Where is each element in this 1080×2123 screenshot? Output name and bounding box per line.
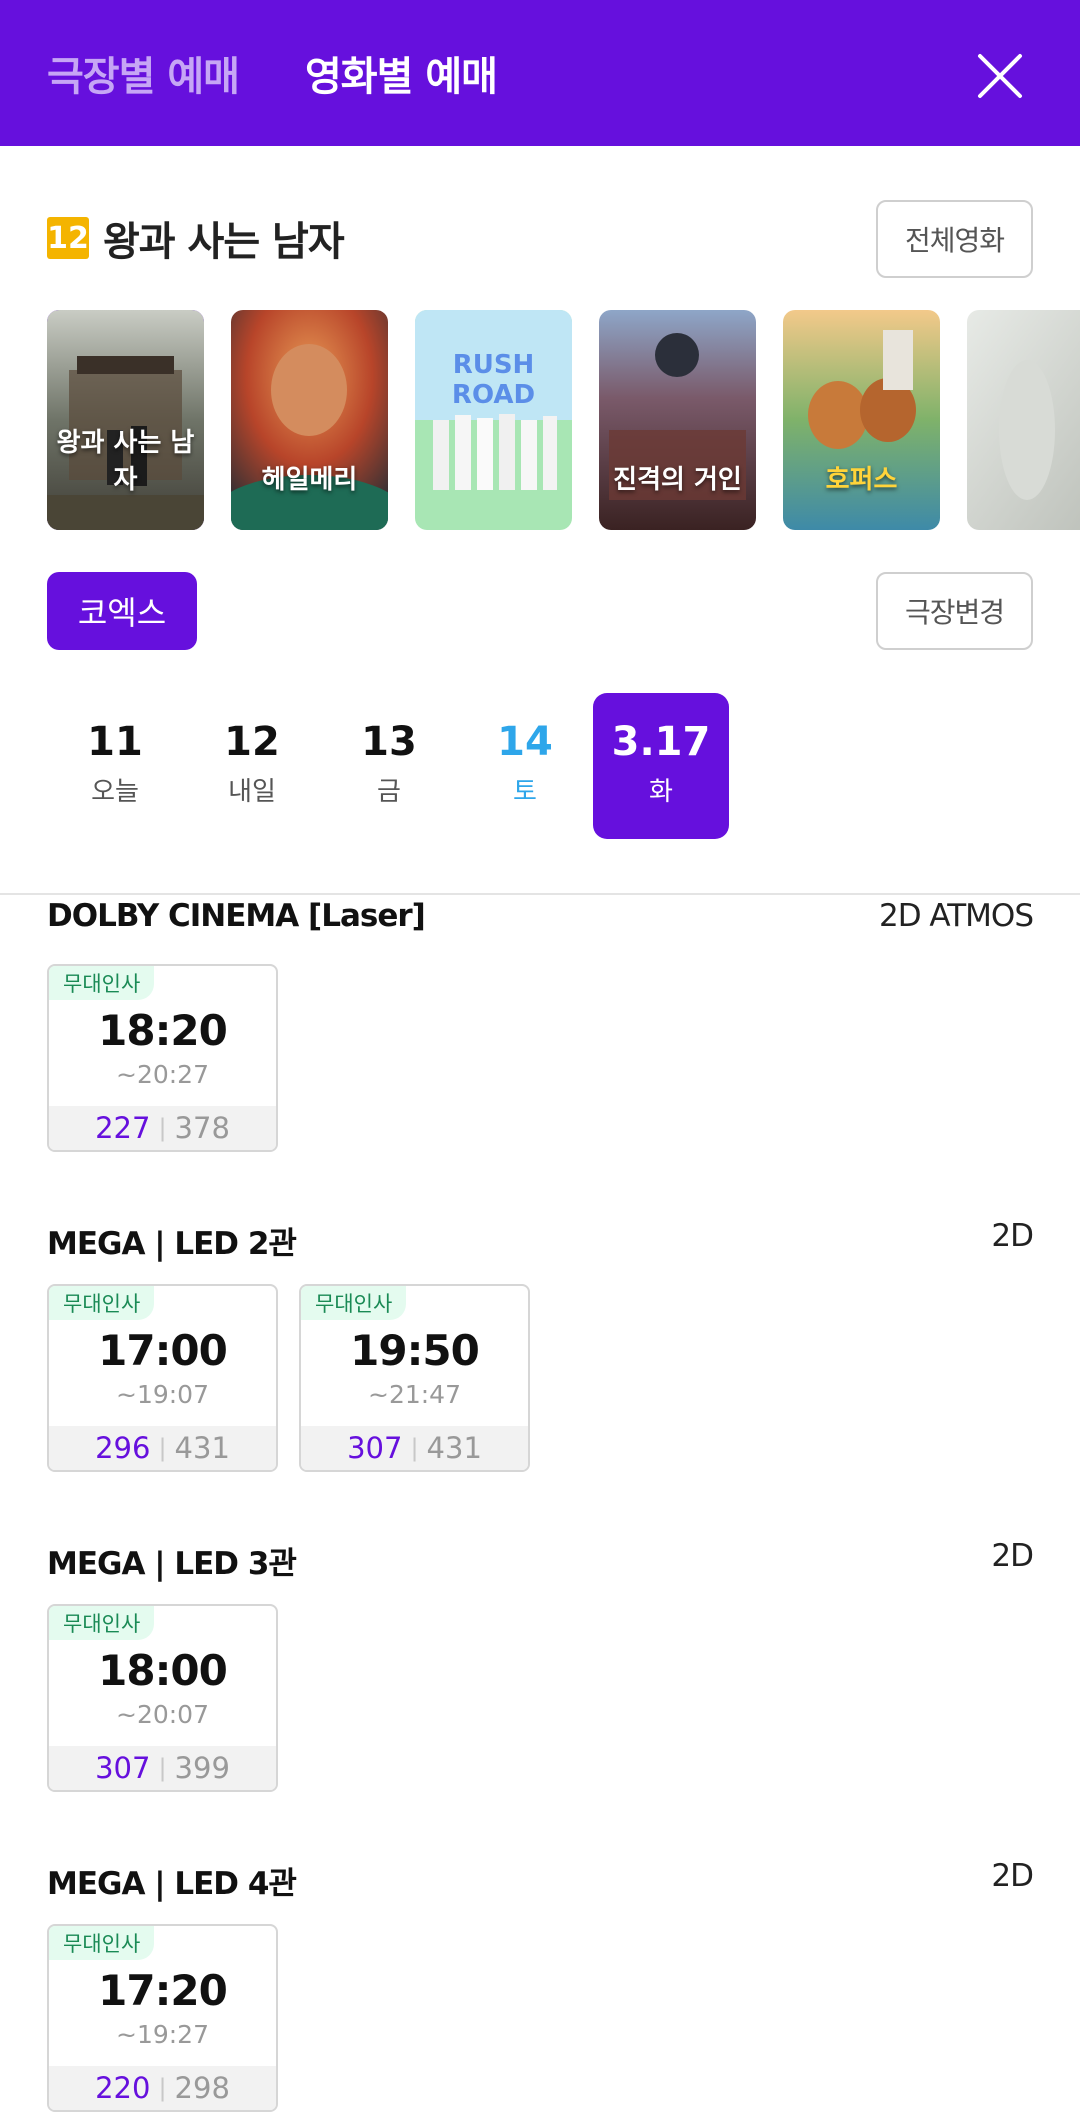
seat-separator: | xyxy=(158,2074,167,2102)
start-time: 19:50 xyxy=(350,1326,480,1375)
hall-name: MEGA | LED 3관 xyxy=(47,1546,297,1582)
date-weekday: 금 xyxy=(377,777,401,807)
date-item-saturday[interactable]: 14 토 xyxy=(457,693,593,839)
total-seats: 431 xyxy=(426,1431,482,1465)
date-number: 12 xyxy=(224,719,280,765)
hall-format: 2D ATMOS xyxy=(878,898,1034,934)
end-time: ~20:07 xyxy=(116,1700,209,1729)
stage-greeting-badge: 무대인사 xyxy=(49,1286,155,1320)
seat-separator: | xyxy=(158,1114,167,1142)
hall-name: MEGA | LED 4관 xyxy=(47,1866,297,1902)
seat-separator: | xyxy=(158,1754,167,1782)
seat-count: 220 | 298 xyxy=(49,2066,276,2110)
hall-format: 2D xyxy=(991,1538,1034,1574)
seat-separator: | xyxy=(158,1434,167,1462)
tab-theater-booking[interactable]: 극장별 예매 xyxy=(47,44,240,102)
total-seats: 431 xyxy=(174,1431,230,1465)
poster[interactable]: 헤일메리 xyxy=(231,310,388,530)
stage-greeting-badge: 무대인사 xyxy=(49,1926,155,1960)
poster-selected[interactable]: 왕과 사는 남자 xyxy=(47,310,204,530)
divider xyxy=(0,893,1080,895)
stage-greeting-badge: 무대인사 xyxy=(301,1286,407,1320)
date-number: 14 xyxy=(497,719,553,765)
start-time: 17:00 xyxy=(98,1326,228,1375)
date-weekday: 오늘 xyxy=(91,777,139,807)
showtime-card[interactable]: 무대인사 17:20 ~19:27 220 | 298 xyxy=(47,1924,278,2112)
poster[interactable] xyxy=(967,310,1080,530)
hall-name: DOLBY CINEMA [Laser] xyxy=(47,898,426,934)
poster[interactable]: 진격의 거인 xyxy=(599,310,756,530)
total-seats: 298 xyxy=(174,2071,230,2105)
end-time: ~19:07 xyxy=(116,1380,209,1409)
seat-count: 227 | 378 xyxy=(49,1106,276,1150)
theater-chip[interactable]: 코엑스 xyxy=(47,572,197,650)
end-time: ~20:27 xyxy=(116,1060,209,1089)
hall-name: MEGA | LED 2관 xyxy=(47,1226,297,1262)
showtime-card[interactable]: 무대인사 19:50 ~21:47 307 | 431 xyxy=(299,1284,530,1472)
poster-title: 호퍼스 xyxy=(825,465,898,495)
showtime-card[interactable]: 무대인사 18:20 ~20:27 227 | 378 xyxy=(47,964,278,1152)
date-weekday: 내일 xyxy=(228,777,276,807)
start-time: 18:20 xyxy=(98,1006,228,1055)
date-weekday: 토 xyxy=(513,777,537,807)
total-seats: 378 xyxy=(174,1111,230,1145)
movie-title: 왕과 사는 남자 xyxy=(103,219,345,265)
poster-title: RUSH ROAD xyxy=(451,350,536,410)
poster-title: 왕과 사는 남자 xyxy=(56,428,195,495)
top-header: 극장별 예매 영화별 예매 xyxy=(0,0,1080,146)
tab-movie-booking[interactable]: 영화별 예매 xyxy=(305,44,498,102)
close-icon[interactable] xyxy=(972,48,1028,104)
date-number: 11 xyxy=(87,719,143,765)
total-seats: 399 xyxy=(174,1751,230,1785)
poster[interactable]: RUSH ROAD xyxy=(415,310,572,530)
showtime-card[interactable]: 무대인사 17:00 ~19:07 296 | 431 xyxy=(47,1284,278,1472)
date-weekday: 화 xyxy=(649,777,673,807)
poster-title: 헤일메리 xyxy=(261,465,358,495)
seat-count: 307 | 399 xyxy=(49,1746,276,1790)
end-time: ~19:27 xyxy=(116,2020,209,2049)
start-time: 18:00 xyxy=(98,1646,228,1695)
age-rating-badge: 12 xyxy=(47,217,89,259)
seat-separator: | xyxy=(410,1434,419,1462)
date-item-tomorrow[interactable]: 12 내일 xyxy=(184,693,320,839)
available-seats: 220 xyxy=(95,2071,151,2105)
available-seats: 227 xyxy=(95,1111,151,1145)
end-time: ~21:47 xyxy=(368,1380,461,1409)
date-item-today[interactable]: 11 오늘 xyxy=(47,693,183,839)
date-number: 3.17 xyxy=(611,719,711,765)
change-theater-button[interactable]: 극장변경 xyxy=(876,572,1033,650)
start-time: 17:20 xyxy=(98,1966,228,2015)
seat-count: 296 | 431 xyxy=(49,1426,276,1470)
poster[interactable]: 호퍼스 xyxy=(783,310,940,530)
date-item[interactable]: 13 금 xyxy=(321,693,457,839)
poster-carousel[interactable]: 왕과 사는 남자 헤일메리 RUSH ROAD 진격의 거인 호퍼스 xyxy=(0,310,1080,530)
available-seats: 307 xyxy=(347,1431,403,1465)
hall-format: 2D xyxy=(991,1218,1034,1254)
date-number: 13 xyxy=(361,719,417,765)
date-item-selected[interactable]: 3.17 화 xyxy=(593,693,729,839)
available-seats: 296 xyxy=(95,1431,151,1465)
poster-title: 진격의 거인 xyxy=(613,465,742,495)
all-movies-button[interactable]: 전체영화 xyxy=(876,200,1033,278)
movie-title-row: 12 왕과 사는 남자 xyxy=(47,210,345,266)
stage-greeting-badge: 무대인사 xyxy=(49,1606,155,1640)
stage-greeting-badge: 무대인사 xyxy=(49,966,155,1000)
seat-count: 307 | 431 xyxy=(301,1426,528,1470)
showtime-card[interactable]: 무대인사 18:00 ~20:07 307 | 399 xyxy=(47,1604,278,1792)
hall-format: 2D xyxy=(991,1858,1034,1894)
available-seats: 307 xyxy=(95,1751,151,1785)
